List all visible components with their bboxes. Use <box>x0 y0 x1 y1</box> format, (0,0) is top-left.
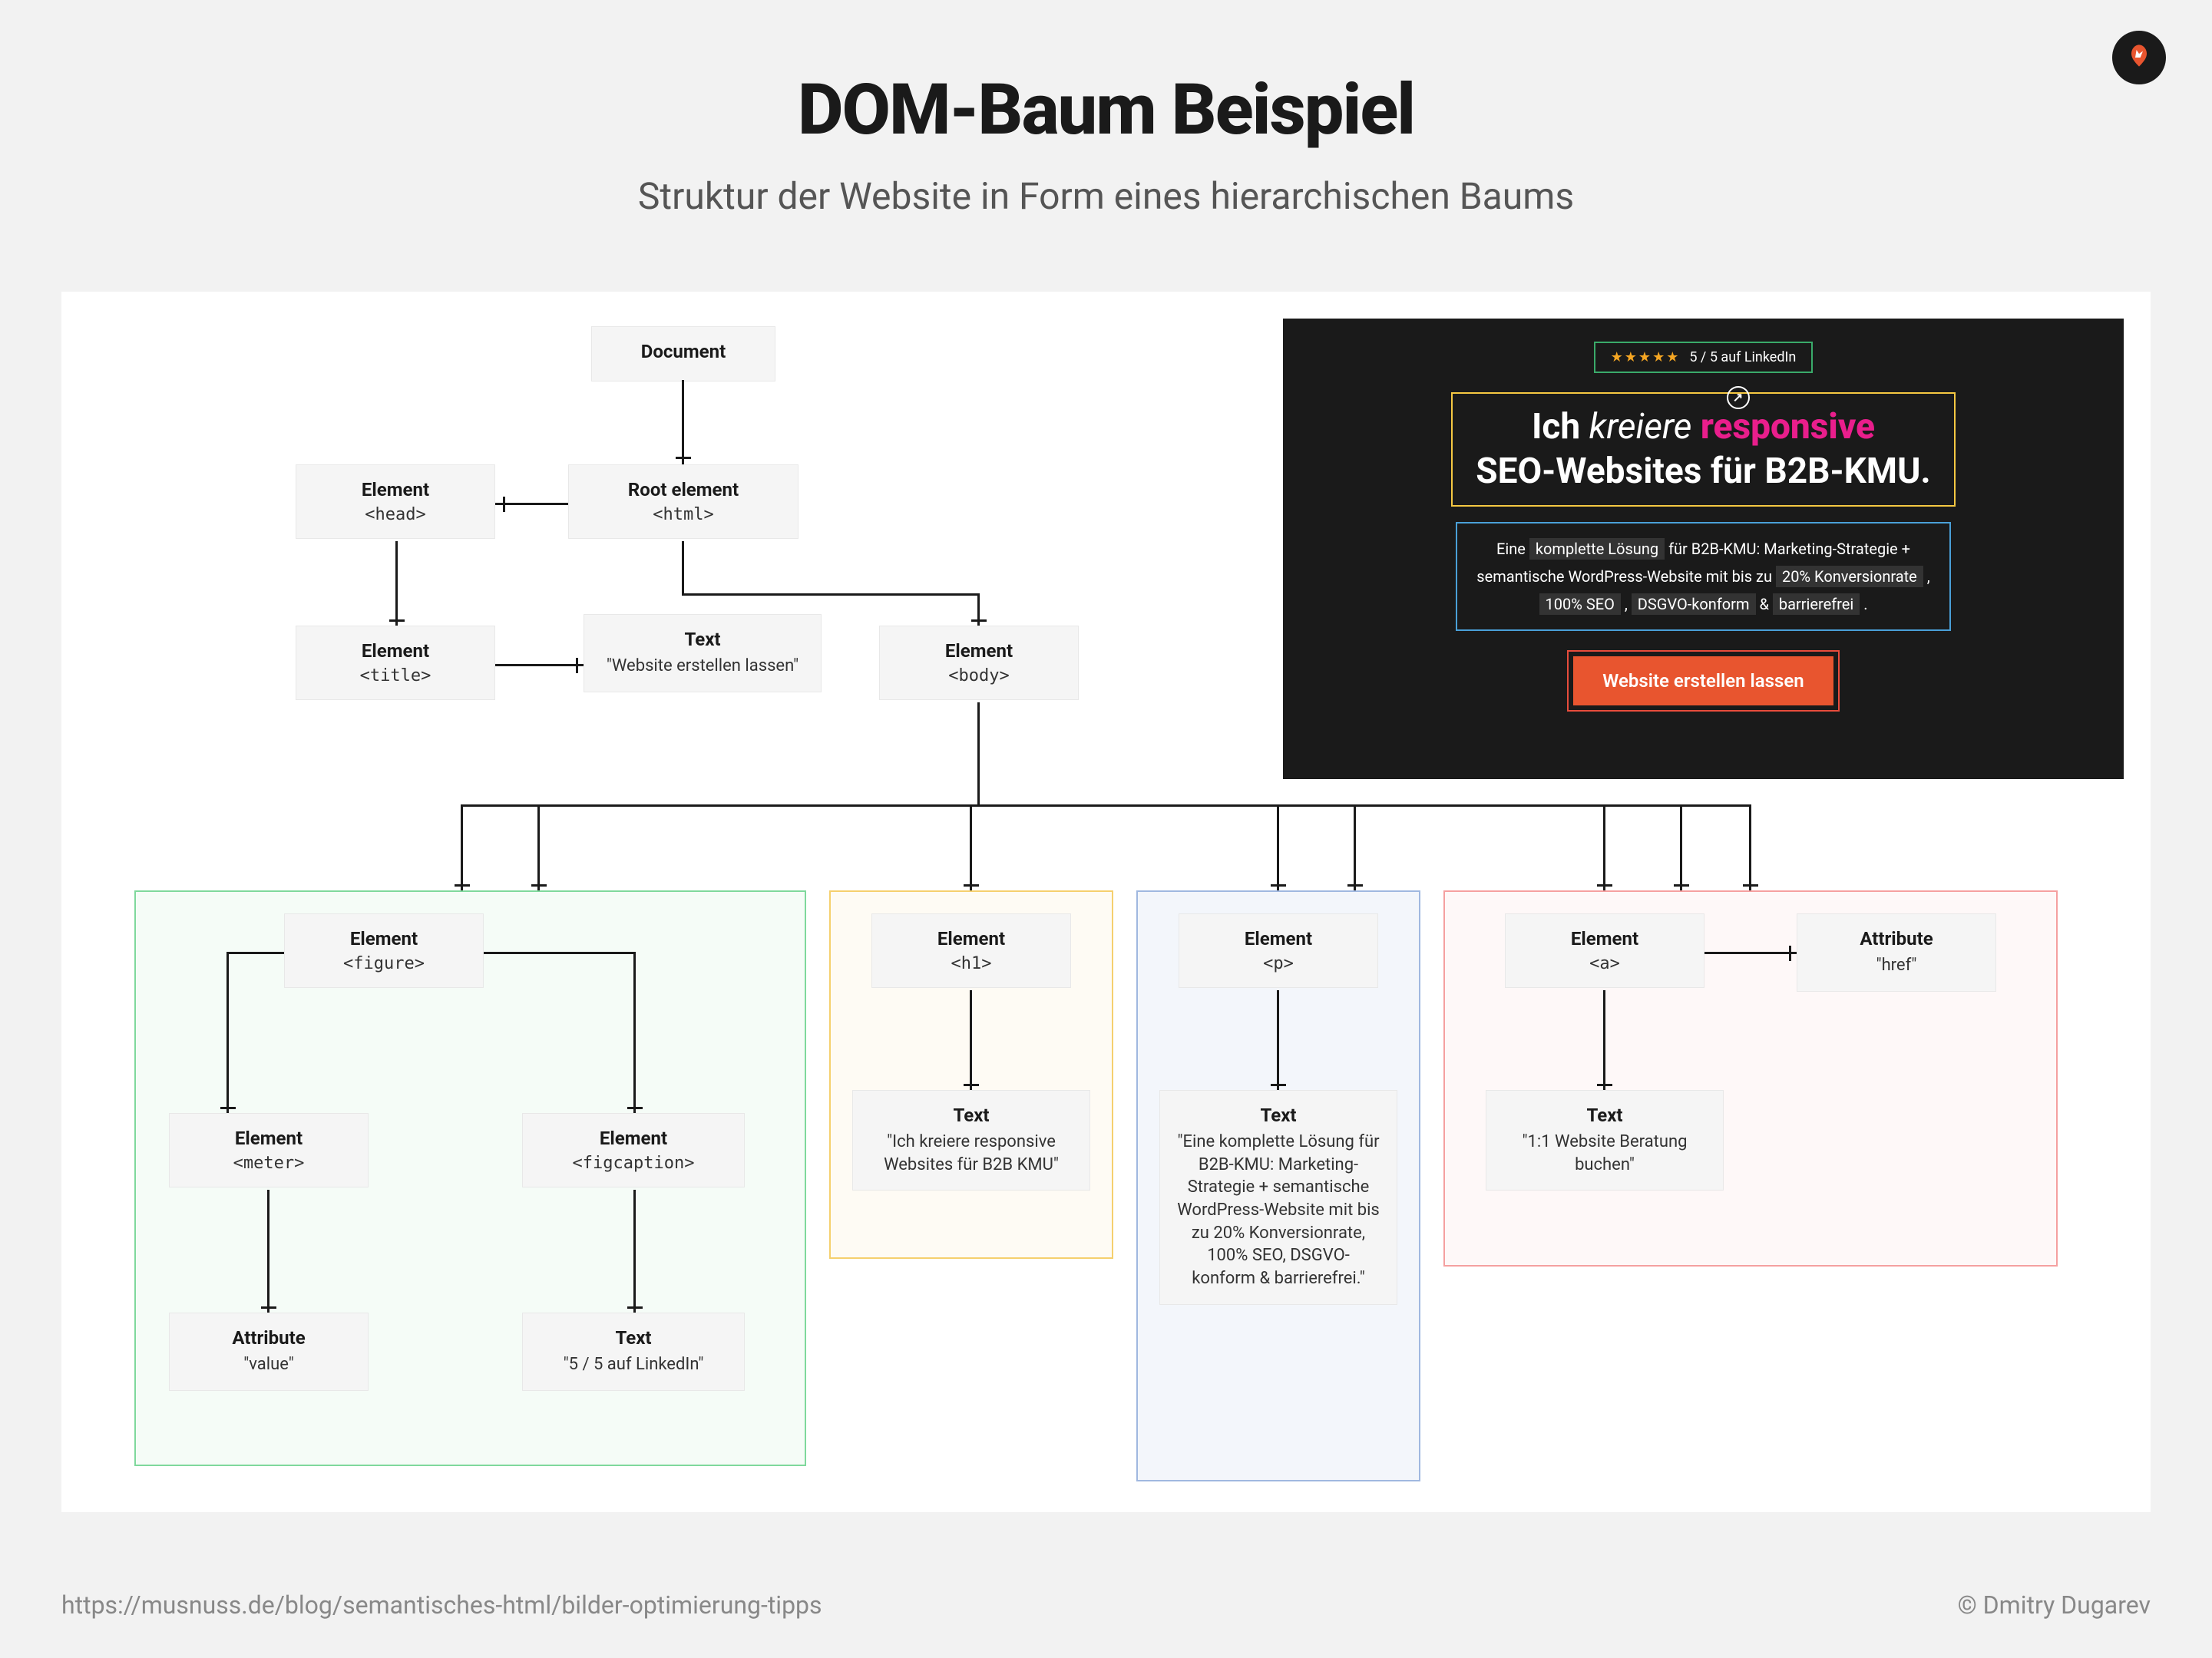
node-head: Element<head> <box>296 464 495 539</box>
node-p-text: Text"Eine komplette Lösung für B2B-KMU: … <box>1159 1090 1397 1305</box>
node-a-text: Text"1:1 Website Beratung buchen" <box>1486 1090 1724 1191</box>
node-h1: Element<h1> <box>871 913 1071 988</box>
node-document: Document <box>591 326 775 381</box>
node-p: Element<p> <box>1179 913 1378 988</box>
node-body: Element<body> <box>879 626 1079 700</box>
footer-credit: © Dmitry Dugarev <box>1958 1590 2151 1620</box>
brand-logo <box>2112 31 2166 84</box>
node-meter: Element<meter> <box>169 1113 369 1187</box>
node-attr-value: Attribute"value" <box>169 1313 369 1391</box>
arrow-icon: ↗ <box>1727 386 1750 409</box>
website-preview: ★★★★★ 5 / 5 auf LinkedIn ↗ Ich kreiere r… <box>1283 319 2124 779</box>
preview-paragraph: Eine komplette Lösung für B2B-KMU: Marke… <box>1456 522 1950 631</box>
node-title-text: Text"Website erstellen lassen" <box>584 614 822 692</box>
preview-cta-button[interactable]: Website erstellen lassen <box>1573 656 1833 705</box>
node-h1-text: Text"Ich kreiere responsive Websites für… <box>852 1090 1090 1191</box>
node-title: Element<title> <box>296 626 495 700</box>
preview-rating-box: ★★★★★ 5 / 5 auf LinkedIn <box>1594 342 1814 373</box>
node-figure: Element<figure> <box>284 913 484 988</box>
preview-headline: ↗ Ich kreiere responsive SEO-Websites fü… <box>1451 392 1956 507</box>
diagram-canvas: ★★★★★ 5 / 5 auf LinkedIn ↗ Ich kreiere r… <box>61 292 2151 1512</box>
page-title: DOM-Baum Beispiel <box>0 69 2212 151</box>
node-root: Root element<html> <box>568 464 799 539</box>
preview-cta-outline: Website erstellen lassen <box>1567 650 1839 712</box>
page-subtitle: Struktur der Website in Form eines hiera… <box>0 174 2212 218</box>
node-a: Element<a> <box>1505 913 1704 988</box>
footer-url: https://musnuss.de/blog/semantisches-htm… <box>61 1590 822 1620</box>
node-figcaption: Element<figcaption> <box>522 1113 745 1187</box>
node-attr-href: Attribute"href" <box>1797 913 1996 992</box>
stars-icon: ★★★★★ <box>1611 349 1681 365</box>
node-figcap-text: Text"5 / 5 auf LinkedIn" <box>522 1313 745 1391</box>
rating-text: 5 / 5 auf LinkedIn <box>1689 349 1796 365</box>
